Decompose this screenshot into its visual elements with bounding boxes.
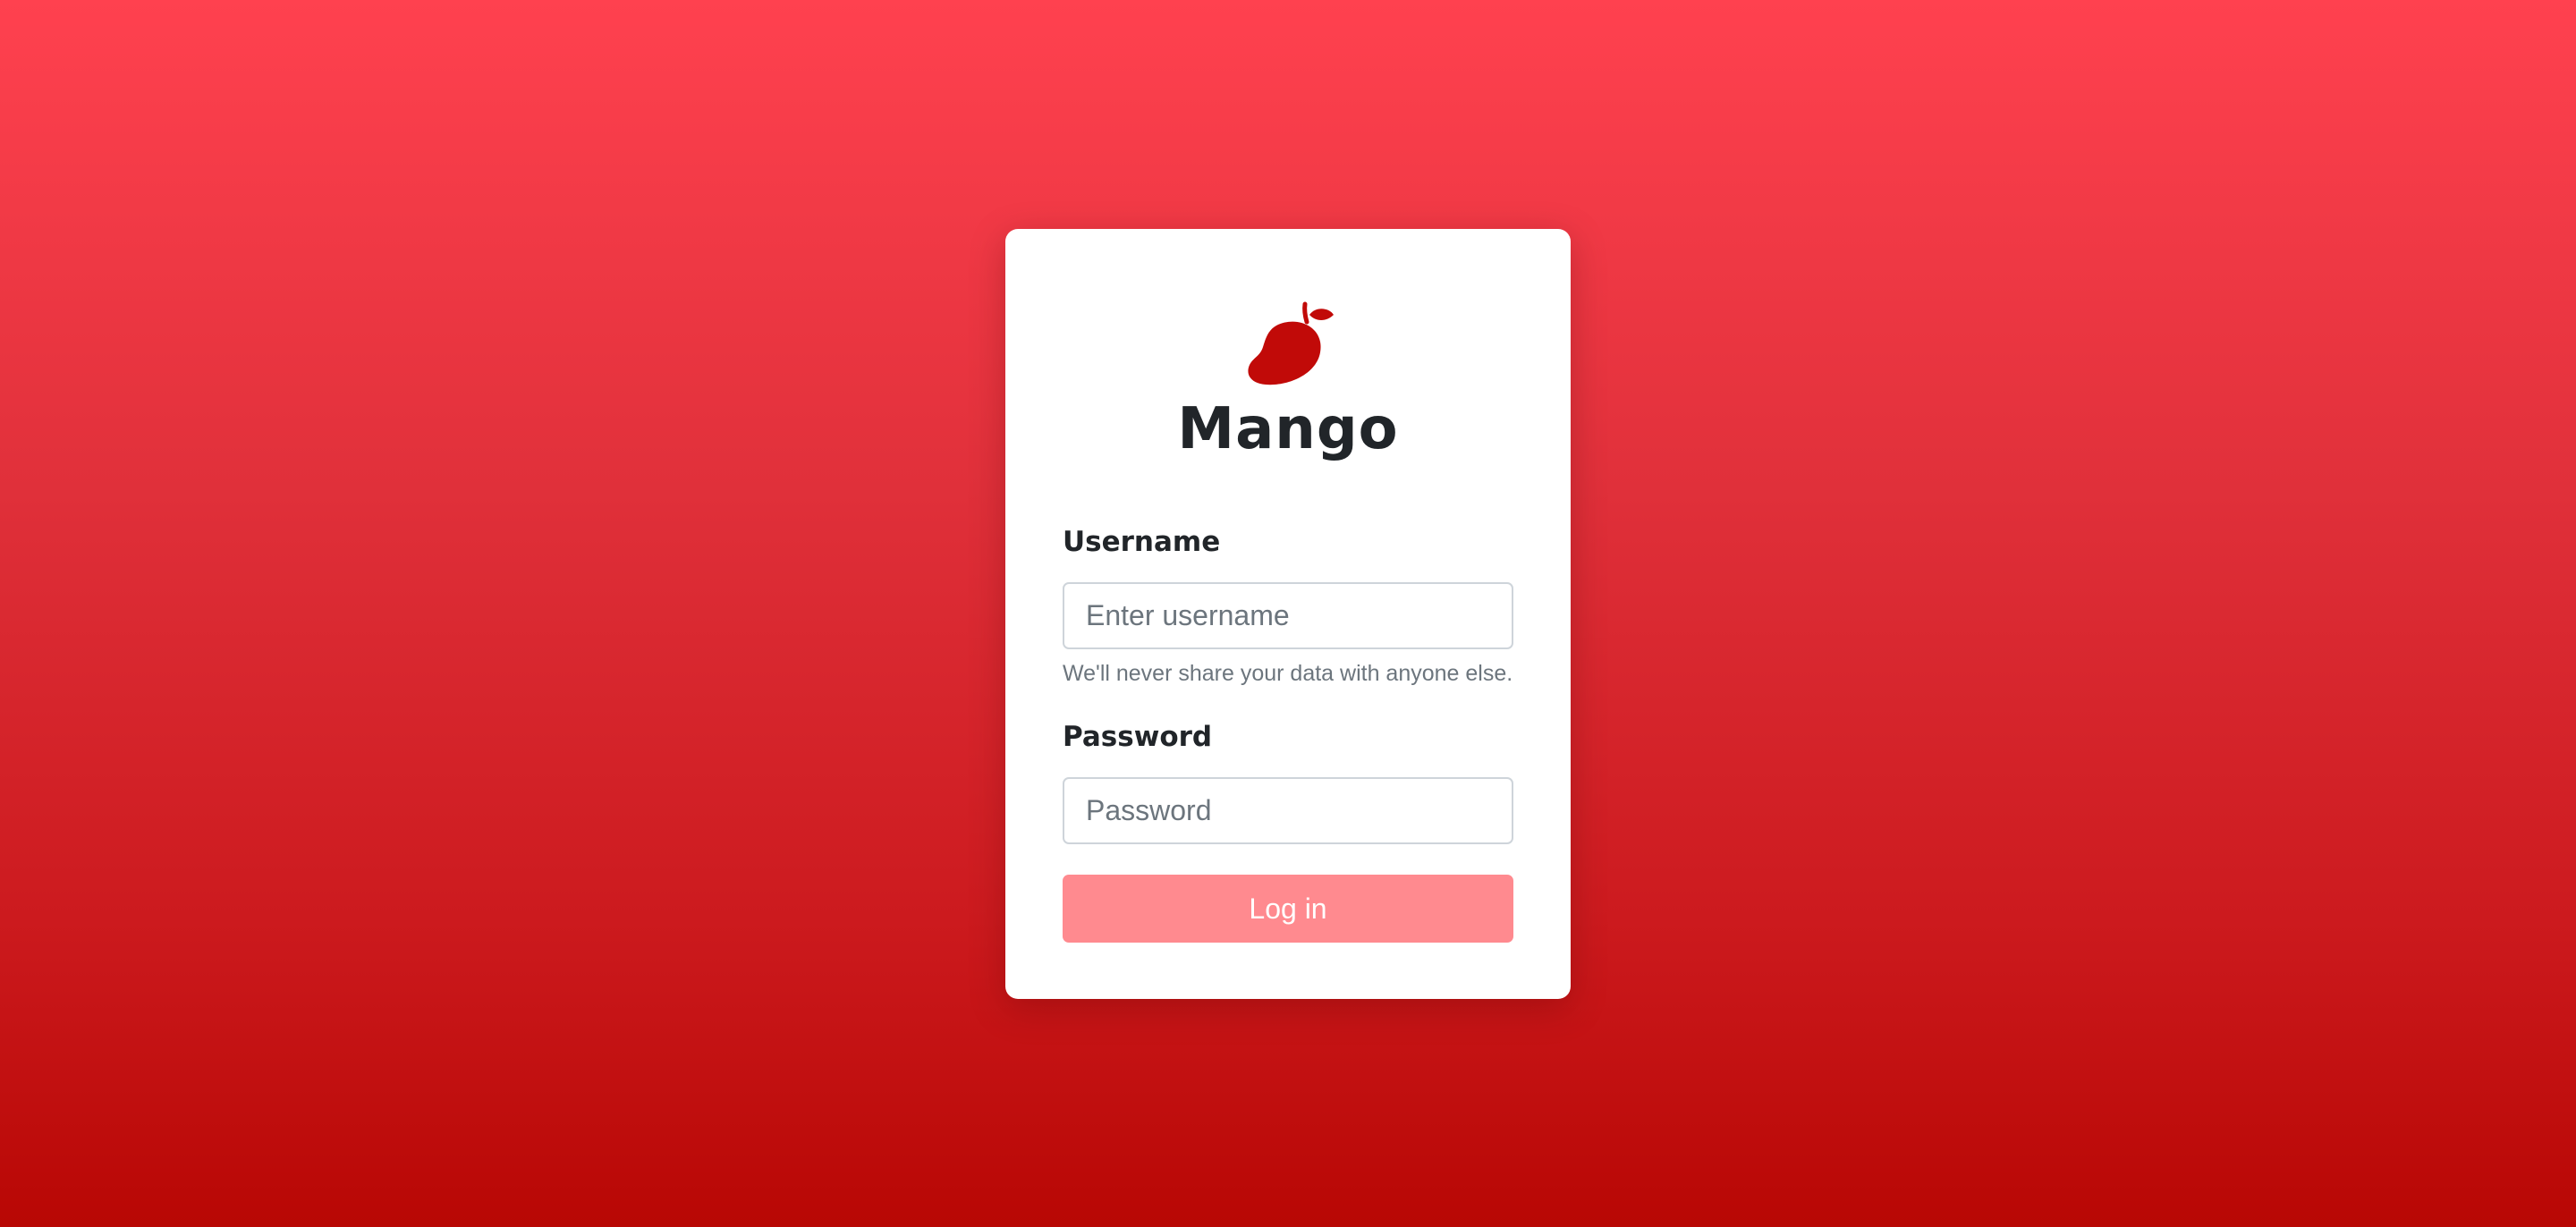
password-input[interactable] — [1063, 777, 1513, 844]
username-input[interactable] — [1063, 582, 1513, 649]
password-label: Password — [1063, 721, 1213, 753]
login-button[interactable]: Log in — [1063, 875, 1513, 943]
username-label: Username — [1063, 526, 1221, 558]
brand-logo — [1005, 300, 1571, 390]
brand-name: Mango — [1177, 396, 1399, 462]
login-card: Mango Username We'll never share your da… — [1005, 229, 1571, 999]
username-help-text: We'll never share your data with anyone … — [1063, 661, 1513, 686]
mango-icon — [1248, 301, 1334, 385]
